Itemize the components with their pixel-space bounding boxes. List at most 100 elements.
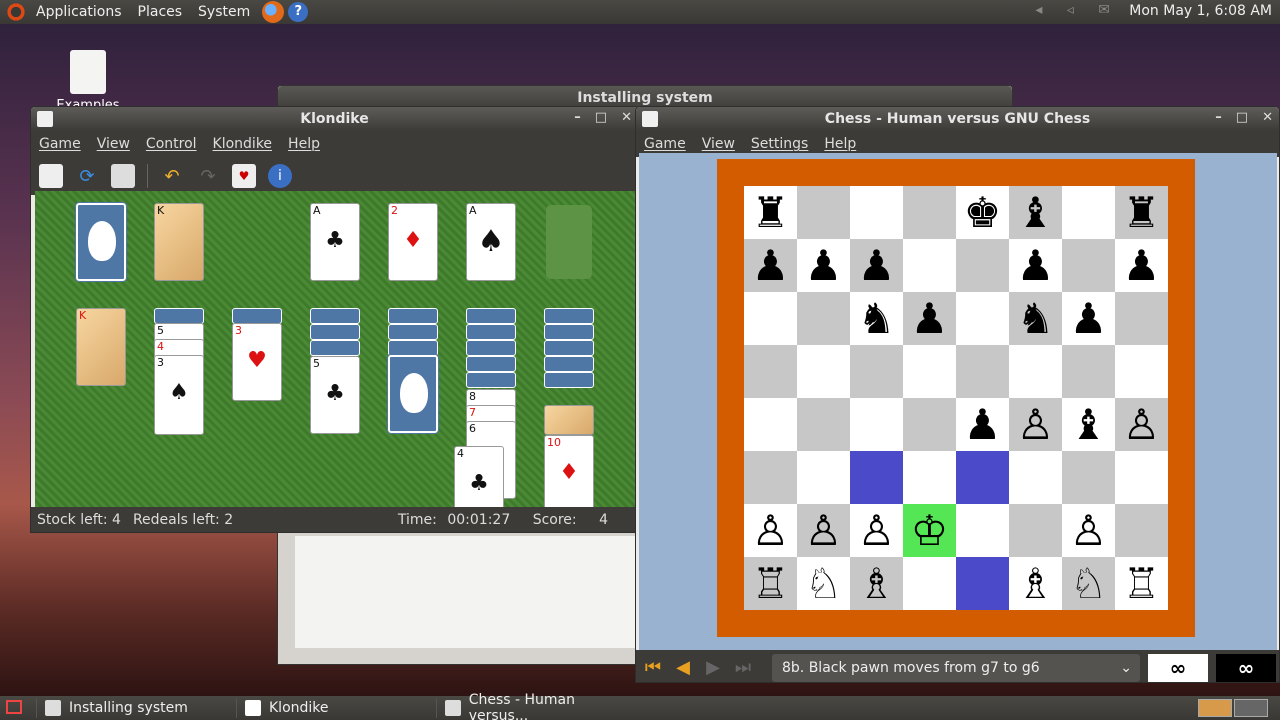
- square-c4[interactable]: [850, 398, 903, 451]
- chess-titlebar[interactable]: Chess - Human versus GNU Chess – □ ✕: [636, 107, 1279, 131]
- square-c5[interactable]: [850, 345, 903, 398]
- info-icon[interactable]: i: [268, 164, 292, 188]
- places-menu[interactable]: Places: [130, 4, 191, 20]
- klondike-titlebar[interactable]: Klondike – □ ✕: [31, 107, 638, 131]
- square-b6[interactable]: [797, 292, 850, 345]
- square-b3[interactable]: [797, 451, 850, 504]
- chess-piece[interactable]: ♙: [1017, 403, 1055, 446]
- square-g2[interactable]: ♙: [1062, 504, 1115, 557]
- menu-settings[interactable]: Settings: [743, 136, 816, 152]
- square-e8[interactable]: ♚: [956, 186, 1009, 239]
- stock-pile[interactable]: [75, 202, 127, 282]
- tableau-4-card[interactable]: 5 ♣: [310, 356, 360, 434]
- square-g8[interactable]: [1062, 186, 1115, 239]
- square-d7[interactable]: [903, 239, 956, 292]
- square-c7[interactable]: ♟: [850, 239, 903, 292]
- foundation-1[interactable]: A ♣: [310, 203, 360, 281]
- square-a2[interactable]: ♙: [744, 504, 797, 557]
- chess-piece[interactable]: ♜: [1123, 191, 1161, 234]
- chess-piece[interactable]: ♘: [1070, 562, 1108, 605]
- square-g1[interactable]: ♘: [1062, 557, 1115, 610]
- hint-icon[interactable]: ♥: [232, 164, 256, 188]
- square-f2[interactable]: [1009, 504, 1062, 557]
- square-b2[interactable]: ♙: [797, 504, 850, 557]
- chess-piece[interactable]: ♙: [1070, 509, 1108, 552]
- foundation-4-empty[interactable]: [546, 205, 592, 279]
- square-g6[interactable]: ♟: [1062, 292, 1115, 345]
- tableau-7-card[interactable]: [544, 405, 594, 435]
- tray-icons[interactable]: ◂ ◃ ✉: [1035, 2, 1120, 18]
- menu-view[interactable]: View: [694, 136, 743, 152]
- square-f7[interactable]: ♟: [1009, 239, 1062, 292]
- move-history-dropdown[interactable]: 8b. Black pawn moves from g7 to g6 ⌄: [772, 654, 1140, 682]
- menu-control[interactable]: Control: [138, 136, 205, 152]
- new-game-icon[interactable]: [39, 164, 63, 188]
- square-f6[interactable]: ♞: [1009, 292, 1062, 345]
- square-c3[interactable]: [850, 451, 903, 504]
- foundation-3[interactable]: A ♠: [466, 203, 516, 281]
- show-desktop-icon[interactable]: [6, 700, 22, 714]
- square-d5[interactable]: [903, 345, 956, 398]
- next-move-button[interactable]: ▶: [700, 654, 726, 680]
- square-c6[interactable]: ♞: [850, 292, 903, 345]
- chess-piece[interactable]: ♔: [911, 509, 949, 552]
- task-chess[interactable]: Chess - Human versus...: [436, 692, 636, 720]
- desktop-examples-icon[interactable]: Examples: [56, 50, 120, 113]
- chess-piece[interactable]: ♞: [1017, 297, 1055, 340]
- chess-piece[interactable]: ♙: [805, 509, 843, 552]
- chess-piece[interactable]: ♟: [911, 297, 949, 340]
- chess-piece[interactable]: ♖: [1123, 562, 1161, 605]
- square-a6[interactable]: [744, 292, 797, 345]
- last-move-button[interactable]: ⏭: [730, 654, 756, 680]
- chess-piece[interactable]: ♗: [858, 562, 896, 605]
- restart-icon[interactable]: ⟳: [75, 164, 99, 188]
- chess-piece[interactable]: ♝: [1070, 403, 1108, 446]
- square-f3[interactable]: [1009, 451, 1062, 504]
- menu-game[interactable]: Game: [31, 136, 89, 152]
- chess-piece[interactable]: ♗: [1017, 562, 1055, 605]
- chess-piece[interactable]: ♟: [1070, 297, 1108, 340]
- tableau-5-card[interactable]: [387, 354, 439, 434]
- square-d6[interactable]: ♟: [903, 292, 956, 345]
- square-e6[interactable]: [956, 292, 1009, 345]
- square-a4[interactable]: [744, 398, 797, 451]
- chess-piece[interactable]: ♟: [858, 244, 896, 287]
- menu-klondike[interactable]: Klondike: [205, 136, 281, 152]
- minimize-button[interactable]: –: [1215, 110, 1222, 125]
- square-f5[interactable]: [1009, 345, 1062, 398]
- chess-piece[interactable]: ♝: [1017, 191, 1055, 234]
- square-d2[interactable]: ♔: [903, 504, 956, 557]
- chess-board[interactable]: ♜ ♚ ♝ ♜ ♟ ♟ ♟ ♟ ♟ ♞ ♟ ♞ ♟ ♟ ♙ ♝ ♙ ♙ ♙ ♙ ♔ ♙ ♖ ♘ ♗ ♗ ♘ ♖: [744, 186, 1168, 610]
- previous-move-button[interactable]: ◀: [670, 654, 696, 680]
- menu-help[interactable]: Help: [816, 136, 864, 152]
- system-menu[interactable]: System: [190, 4, 258, 20]
- chess-piece[interactable]: ♟: [1017, 244, 1055, 287]
- square-d4[interactable]: [903, 398, 956, 451]
- redo-icon[interactable]: ↷: [196, 164, 220, 188]
- square-h6[interactable]: [1115, 292, 1168, 345]
- task-klondike[interactable]: Klondike: [236, 698, 432, 718]
- square-a8[interactable]: ♜: [744, 186, 797, 239]
- menu-view[interactable]: View: [89, 136, 138, 152]
- minimize-button[interactable]: –: [574, 110, 581, 125]
- tableau-7-card[interactable]: 10 ♦: [544, 435, 594, 511]
- square-b5[interactable]: [797, 345, 850, 398]
- square-e7[interactable]: [956, 239, 1009, 292]
- square-b4[interactable]: [797, 398, 850, 451]
- square-e5[interactable]: [956, 345, 1009, 398]
- square-a3[interactable]: [744, 451, 797, 504]
- square-e3[interactable]: [956, 451, 1009, 504]
- menu-game[interactable]: Game: [636, 136, 694, 152]
- square-d8[interactable]: [903, 186, 956, 239]
- square-f4[interactable]: ♙: [1009, 398, 1062, 451]
- workspace-2[interactable]: [1234, 699, 1268, 717]
- square-h7[interactable]: ♟: [1115, 239, 1168, 292]
- square-h1[interactable]: ♖: [1115, 557, 1168, 610]
- chess-piece[interactable]: ♞: [858, 297, 896, 340]
- square-c2[interactable]: ♙: [850, 504, 903, 557]
- tableau-3-card[interactable]: 3 ♥: [232, 323, 282, 401]
- chess-piece[interactable]: ♙: [1123, 403, 1161, 446]
- chess-piece[interactable]: ♖: [752, 562, 790, 605]
- chess-piece[interactable]: ♙: [858, 509, 896, 552]
- square-d1[interactable]: [903, 557, 956, 610]
